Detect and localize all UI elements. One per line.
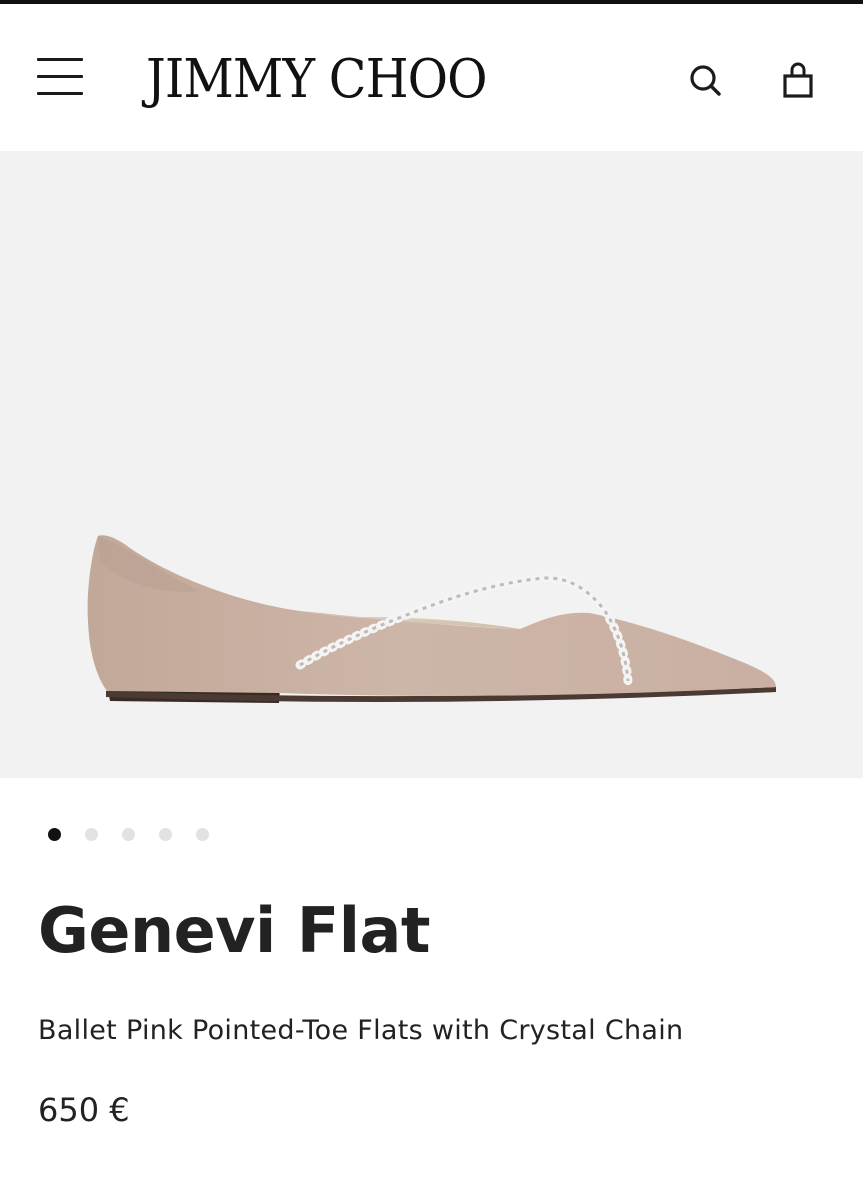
- hamburger-menu-icon[interactable]: [34, 56, 84, 100]
- search-icon[interactable]: [684, 60, 728, 104]
- menu-bar: [37, 92, 83, 95]
- menu-bar: [37, 58, 83, 61]
- gallery-dot-4[interactable]: [159, 828, 172, 841]
- product-description: Ballet Pink Pointed-Toe Flats with Cryst…: [38, 1015, 684, 1046]
- gallery-dot-1[interactable]: [48, 828, 61, 841]
- gallery-dot-2[interactable]: [85, 828, 98, 841]
- product-price: 650 €: [38, 1091, 130, 1129]
- gallery-dot-3[interactable]: [122, 828, 135, 841]
- gallery-dot-5[interactable]: [196, 828, 209, 841]
- product-image: [87, 535, 777, 703]
- shoe-upper: [87, 535, 777, 696]
- shopping-bag-icon[interactable]: [776, 58, 820, 104]
- product-image-gallery[interactable]: [0, 151, 863, 778]
- site-header: JIMMY CHOO: [0, 4, 863, 151]
- product-name: Genevi Flat: [38, 894, 430, 967]
- menu-bar: [37, 75, 83, 78]
- brand-logo[interactable]: JIMMY CHOO: [146, 48, 488, 112]
